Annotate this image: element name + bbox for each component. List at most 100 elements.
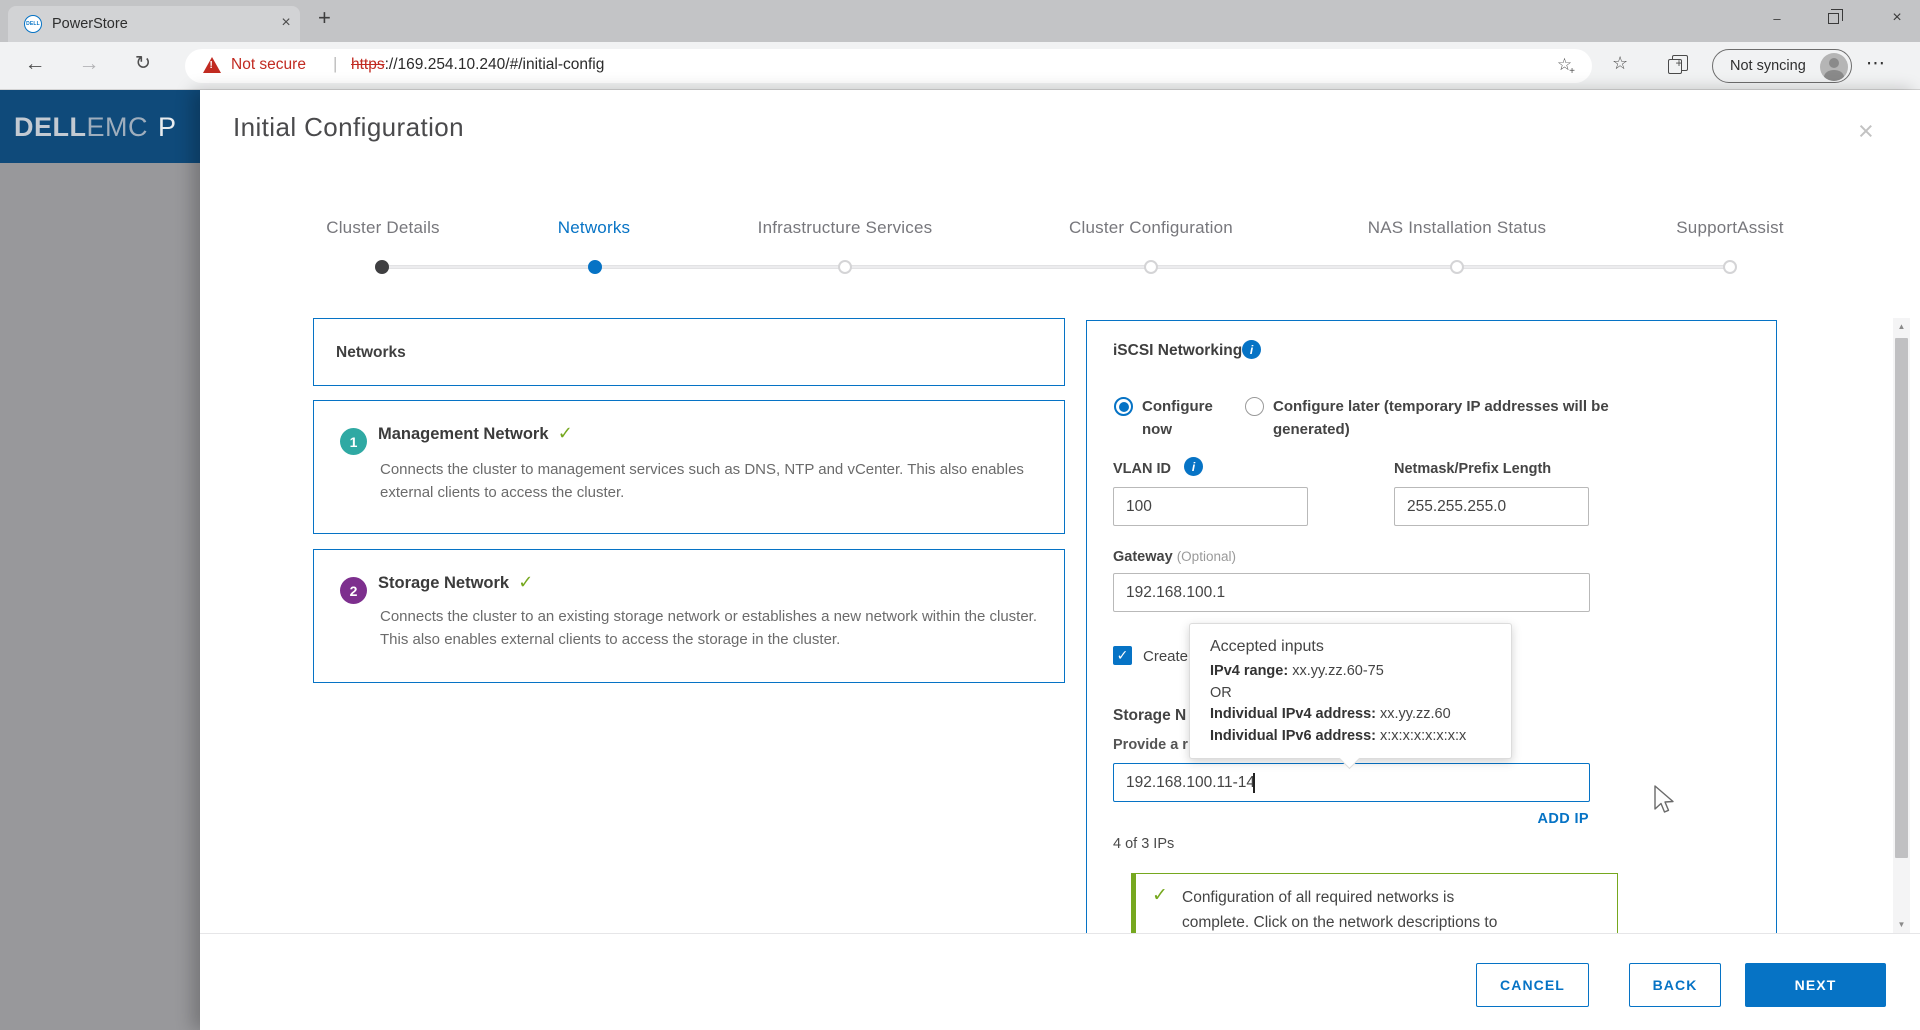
screen: DELL PowerStore × + – × ← → ↻ ! Not secu… [0,0,1920,1030]
success-message: Configuration of all required networks i… [1182,885,1517,933]
logo-product: P [158,112,177,142]
card-title-text: Management Network [378,425,549,443]
step-1-badge: 1 [340,428,367,455]
star-plus-glyph: + [1569,66,1575,77]
step-dot-active[interactable] [588,260,602,274]
window-close-button[interactable]: × [1874,0,1920,36]
content-divider [200,933,1920,934]
optional-hint: (Optional) [1177,549,1236,564]
tab-title: PowerStore [52,16,128,32]
star-glyph: ☆ [1612,53,1628,73]
add-ip-link[interactable]: ADD IP [1113,811,1589,827]
scroll-down-icon[interactable]: ▼ [1893,920,1910,929]
window-minimize-button[interactable]: – [1754,0,1800,36]
cancel-button[interactable]: CANCEL [1476,963,1589,1007]
mouse-cursor [1652,784,1676,816]
url-protocol-struck: https [351,56,385,73]
step-nas-installation-status[interactable]: NAS Installation Status [1307,218,1607,238]
new-tab-button[interactable]: + [318,5,331,31]
browser-tab[interactable]: DELL PowerStore × [8,6,300,42]
warning-triangle-icon: ! [203,57,221,73]
tooltip-title: Accepted inputs [1210,638,1511,656]
gateway-input[interactable] [1113,573,1590,612]
success-banner: ✓ Configuration of all required networks… [1131,873,1618,933]
storage-network-desc: Connects the cluster to an existing stor… [380,605,1060,651]
browser-toolbar: ← → ↻ ! Not secure | https://169.254.10.… [0,42,1920,90]
configure-now-radio[interactable] [1114,397,1133,416]
favicon-text: DELL [26,21,40,27]
networks-group-title: Networks [336,344,406,362]
dialog-close-icon[interactable]: × [1858,116,1874,147]
step-dot-todo[interactable] [838,260,852,274]
vlan-input[interactable] [1113,487,1308,526]
collections-icon[interactable]: + [1672,55,1688,71]
storage-network-card[interactable]: 2 Storage Network ✓ Connects the cluster… [313,549,1065,683]
step-2-badge: 2 [340,577,367,604]
tab-close-icon[interactable]: × [276,14,296,32]
logo-emc: EMC [87,112,149,142]
step-dot-todo[interactable] [1144,260,1158,274]
step-infrastructure-services[interactable]: Infrastructure Services [695,218,995,238]
minimize-icon: – [1773,11,1780,26]
profile-button[interactable]: Not syncing [1712,49,1852,83]
sync-status-label: Not syncing [1730,58,1806,74]
checkbox-check-icon: ✓ [1117,647,1129,664]
storage-network-ips-label: Storage N [1113,707,1186,725]
forward-button[interactable]: → [74,52,104,76]
favorites-bar-icon[interactable]: ☆ [1612,53,1628,74]
avatar [1820,53,1848,81]
management-network-card[interactable]: 1 Management Network ✓ Connects the clus… [313,400,1065,534]
storage-ip-input[interactable] [1113,763,1590,802]
management-network-title: Management Network ✓ [378,423,573,444]
iscsi-info-icon[interactable]: i [1242,340,1261,359]
tooltip-bold: Individual IPv6 address: [1210,728,1376,744]
step-supportassist[interactable]: SupportAssist [1580,218,1880,238]
address-divider: | [333,54,337,74]
create-checkbox-label[interactable]: Create [1143,648,1188,665]
management-network-desc: Connects the cluster to management servi… [380,458,1035,504]
gateway-label-text: Gateway [1113,549,1173,565]
step-dot-done[interactable] [375,260,389,274]
tooltip-text: xx.yy.zz.60 [1380,706,1451,722]
scroll-up-icon[interactable]: ▲ [1893,322,1910,331]
url-text[interactable]: https://169.254.10.240/#/initial-config [351,56,604,74]
not-secure-label[interactable]: Not secure [231,56,306,74]
browser-menu-icon[interactable]: ⋯ [1866,52,1886,75]
vlan-id-label: VLAN ID [1113,461,1171,477]
initial-configuration-dialog: Initial Configuration × Cluster Details … [200,90,1920,1030]
back-button[interactable]: ← [20,52,50,76]
tooltip-text: OR [1210,685,1232,701]
tooltip-bold: Individual IPv4 address: [1210,706,1376,722]
configure-later-radio[interactable] [1245,397,1264,416]
netmask-label: Netmask/Prefix Length [1394,461,1551,477]
tooltip-line: OR [1210,685,1511,701]
tooltip-line: Individual IPv4 address: xx.yy.zz.60 [1210,706,1511,722]
step-dot-todo[interactable] [1450,260,1464,274]
dell-favicon-icon: DELL [24,15,42,33]
refresh-button[interactable]: ↻ [128,52,158,75]
window-restore-button[interactable] [1828,13,1839,24]
text-caret [1253,773,1255,793]
step-cluster-configuration[interactable]: Cluster Configuration [1001,218,1301,238]
configure-now-label[interactable]: Configure now [1142,395,1232,441]
dimmed-background: DELLEMC P [0,90,215,1030]
configure-later-label[interactable]: Configure later (temporary IP addresses … [1273,395,1633,441]
tooltip-line: Individual IPv6 address: x:x:x:x:x:x:x:x [1210,728,1511,744]
powerstore-header-bar: DELLEMC P [0,90,215,163]
scrollbar-thumb[interactable] [1895,338,1908,858]
netmask-input[interactable] [1394,487,1589,526]
logo-dell: DELL [14,112,87,142]
back-button-dialog[interactable]: BACK [1629,963,1721,1007]
panel-scrollbar[interactable]: ▲ ▼ [1893,318,1910,933]
storage-network-title: Storage Network ✓ [378,572,533,593]
step-dot-todo[interactable] [1723,260,1737,274]
add-favorite-star-icon[interactable]: ☆+ [1557,55,1578,75]
tooltip-line: IPv4 range: xx.yy.zz.60-75 [1210,663,1511,679]
accepted-inputs-tooltip: Accepted inputs IPv4 range: xx.yy.zz.60-… [1189,623,1512,759]
next-button[interactable]: NEXT [1745,963,1886,1007]
success-check-icon: ✓ [518,572,533,592]
vlan-info-icon[interactable]: i [1184,457,1203,476]
create-checkbox[interactable]: ✓ [1113,646,1132,665]
dellemc-logo: DELLEMC P [14,112,177,143]
address-bar[interactable]: ! Not secure | https://169.254.10.240/#/… [185,49,1592,83]
